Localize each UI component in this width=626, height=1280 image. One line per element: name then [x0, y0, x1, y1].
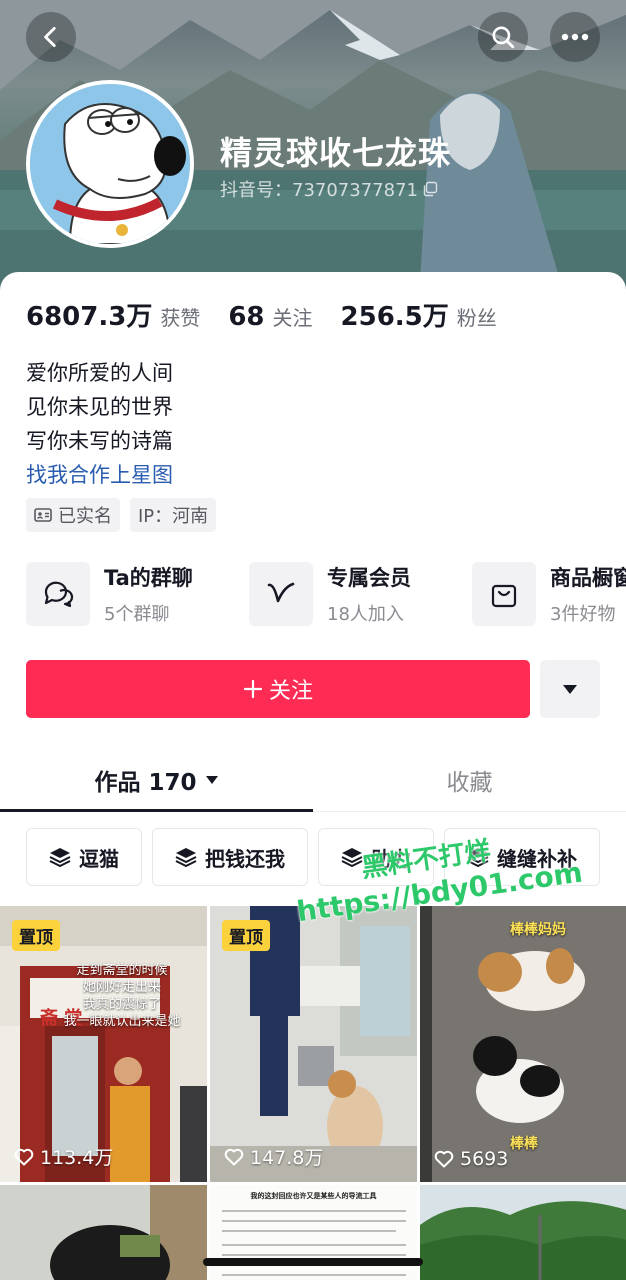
tab-favorites-label: 收藏	[446, 769, 493, 796]
follow-button[interactable]: 关注	[26, 660, 530, 718]
dog-name-label: 棒棒妈妈	[510, 922, 566, 938]
douyin-id[interactable]: 抖音号：73707377871	[220, 176, 438, 202]
triangle-down-icon	[563, 685, 577, 694]
stat-label: 关注	[272, 306, 313, 330]
group-chat-icon	[44, 581, 74, 608]
collection-chip[interactable]: 逗猫	[26, 828, 142, 886]
bio-line: 写你未写的诗篇	[26, 429, 173, 453]
service-subtitle: 3件好物	[550, 604, 616, 625]
verified-text: 已实名	[58, 506, 112, 527]
verified-tag: 已实名	[26, 498, 120, 532]
pinned-badge: 置顶	[12, 920, 60, 951]
service-shop-window[interactable]: 商品橱窗 3件好物	[472, 562, 626, 626]
service-title: Ta的群聊	[104, 566, 193, 590]
douyin-id-text: 抖音号：73707377871	[220, 180, 418, 201]
stats-row: 6807.3万 获赞 68 关注 256.5万 粉丝	[26, 296, 525, 333]
bio-line: 爱你所爱的人间	[26, 361, 173, 385]
chevron-left-icon	[44, 26, 56, 48]
stat-value: 68	[228, 302, 265, 332]
content-tabs: 作品 170 收藏	[0, 748, 626, 812]
like-count: 5693	[434, 1148, 508, 1170]
dog-name-label: 棒棒	[510, 1136, 538, 1152]
dog-cartoon-avatar-image	[30, 84, 190, 244]
service-title: 专属会员	[327, 566, 411, 590]
heart-outline-icon	[434, 1150, 454, 1168]
video-grid: 斋 堂 走到斋堂的时候 她刚好走出来 我真的震惊了 我一眼就认出来是她 置顶 1…	[0, 906, 626, 1280]
green-hills-thumbnail-image	[420, 1185, 626, 1280]
chip-label: 把钱还我	[205, 846, 285, 871]
caption-line: 她刚好走出来	[82, 980, 161, 995]
tab-favorites[interactable]: 收藏	[313, 748, 626, 811]
profile-tags: 已实名 IP：河南	[26, 498, 217, 532]
service-icon-box	[472, 562, 536, 626]
chip-label: 逗猫	[79, 846, 119, 871]
video-caption: 走到斋堂的时候 她刚好走出来 我真的震惊了 我一眼就认出来是她	[52, 962, 192, 1030]
video-thumbnail[interactable]: 棒棒妈妈 棒棒 5693	[420, 906, 626, 1182]
stat-value: 256.5万	[340, 302, 449, 332]
document-title: 我的这封回应也许又是某些人的导流工具	[250, 1192, 377, 1200]
bio-line: 见你未见的世界	[26, 395, 173, 419]
service-membership[interactable]: 专属会员 18人加入	[249, 562, 472, 626]
bio-cooperation-link[interactable]: 找我合作上星图	[26, 458, 173, 492]
stat-following[interactable]: 68 关注	[228, 302, 312, 332]
service-icon-box	[249, 562, 313, 626]
profile-card: 6807.3万 获赞 68 关注 256.5万 粉丝 爱你所爱的人间 见你未见的…	[0, 272, 626, 1280]
back-button[interactable]	[26, 12, 76, 62]
service-subtitle: 5个群聊	[104, 604, 170, 625]
video-thumbnail[interactable]	[420, 1185, 626, 1280]
search-button[interactable]	[478, 12, 528, 62]
like-count: 147.8万	[224, 1143, 323, 1170]
ip-text: IP：河南	[138, 506, 209, 527]
follow-label: 关注	[268, 679, 313, 704]
id-card-icon	[34, 508, 52, 522]
search-icon	[492, 26, 515, 49]
caption-line: 走到斋堂的时候	[76, 963, 168, 978]
video-thumbnail[interactable]: 置顶 147.8万	[210, 906, 417, 1182]
service-subtitle: 18人加入	[327, 604, 404, 625]
caption-line: 我真的震惊了	[82, 997, 161, 1012]
video-thumbnail[interactable]	[0, 1185, 207, 1280]
like-count: 113.4万	[14, 1143, 113, 1170]
stat-followers[interactable]: 256.5万 粉丝	[341, 296, 497, 333]
tab-works[interactable]: 作品 170	[0, 748, 313, 812]
recommend-dropdown-button[interactable]	[540, 660, 600, 718]
nickname: 精灵球收七龙珠	[220, 134, 452, 172]
stack-layers-icon	[175, 848, 197, 867]
stat-value: 6807.3万	[26, 302, 153, 332]
dog-with-toy-thumbnail-image	[0, 1185, 207, 1280]
avatar[interactable]	[26, 80, 194, 248]
more-button[interactable]	[550, 12, 600, 62]
collection-chip[interactable]: 把钱还我	[152, 828, 308, 886]
service-icon-box	[26, 562, 90, 626]
services-row: Ta的群聊 5个群聊 专属会员 18人加入 商品橱窗 3件好物	[26, 562, 626, 626]
like-count-text: 5693	[460, 1148, 509, 1170]
service-title: 商品橱窗	[550, 566, 626, 590]
home-indicator	[203, 1258, 423, 1266]
like-count-text: 113.4万	[40, 1147, 114, 1169]
service-group-chat[interactable]: Ta的群聊 5个群聊	[26, 562, 249, 626]
follow-row: 关注	[26, 660, 600, 718]
stack-layers-icon	[49, 848, 71, 867]
heart-outline-icon	[224, 1148, 244, 1165]
pinned-badge: 置顶	[222, 920, 270, 951]
stat-likes[interactable]: 6807.3万 获赞	[26, 296, 200, 333]
plus-icon	[243, 679, 263, 699]
shopping-bag-icon	[491, 584, 517, 608]
like-count-text: 147.8万	[250, 1147, 324, 1169]
member-v-icon	[267, 582, 295, 603]
caret-down-icon	[205, 775, 218, 784]
caption-line: 我一眼就认出来是她	[63, 1014, 181, 1029]
bio: 爱你所爱的人间 见你未见的世界 写你未写的诗篇 找我合作上星图	[26, 356, 173, 492]
tab-works-label: 作品 170	[94, 769, 197, 796]
heart-outline-icon	[14, 1148, 34, 1165]
copy-icon[interactable]	[422, 181, 438, 197]
ip-tag: IP：河南	[130, 498, 217, 532]
stat-label: 获赞	[160, 306, 201, 330]
more-dots-icon	[561, 33, 589, 41]
stat-label: 粉丝	[456, 306, 497, 330]
video-thumbnail[interactable]: 斋 堂 走到斋堂的时候 她刚好走出来 我真的震惊了 我一眼就认出来是她 置顶 1…	[0, 906, 207, 1182]
